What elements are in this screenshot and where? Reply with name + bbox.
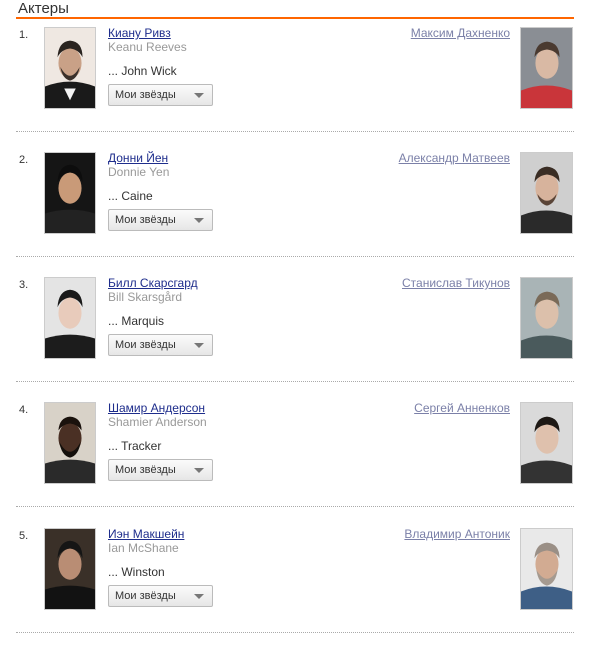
dub-actor-name-link[interactable]: Станислав Тикунов: [402, 277, 510, 290]
chevron-down-icon: [194, 594, 204, 599]
row-number: 5.: [19, 530, 29, 542]
actor-name-link[interactable]: Шамир Андерсон: [108, 402, 205, 415]
row-number: 1.: [19, 29, 29, 41]
chevron-down-icon: [194, 93, 204, 98]
actor-row: 1. Киану Ривз Keanu Reeves ... John Wick…: [16, 27, 574, 152]
my-stars-dropdown-label: Мои звёзды: [115, 464, 176, 476]
row-divider: [16, 506, 574, 507]
dub-actor-name-link[interactable]: Сергей Анненков: [414, 402, 510, 415]
actor-row: 3. Билл Скарсгард Bill Skarsgård ... Mar…: [16, 277, 574, 402]
actor-row: 2. Донни Йен Donnie Yen ... Caine Мои зв…: [16, 152, 574, 277]
my-stars-dropdown-label: Мои звёзды: [115, 89, 176, 101]
chevron-down-icon: [194, 218, 204, 223]
row-divider: [16, 381, 574, 382]
row-divider: [16, 256, 574, 257]
my-stars-dropdown[interactable]: Мои звёзды: [108, 334, 213, 356]
actor-role: ... Tracker: [108, 439, 162, 453]
actor-row: 5. Иэн Макшейн Ian McShane ... Winston М…: [16, 528, 574, 653]
actor-original-name: Bill Skarsgård: [108, 290, 183, 304]
dub-actor-photo[interactable]: [520, 528, 573, 610]
actor-photo[interactable]: [44, 27, 96, 109]
actor-photo[interactable]: [44, 528, 96, 610]
actor-original-name: Ian McShane: [108, 541, 179, 555]
actor-role: ... Marquis: [108, 314, 165, 328]
my-stars-dropdown-label: Мои звёзды: [115, 590, 176, 602]
row-number: 4.: [19, 404, 29, 416]
dub-actor-photo[interactable]: [520, 402, 573, 484]
dub-actor-name-link[interactable]: Максим Дахненко: [411, 27, 510, 40]
my-stars-dropdown-label: Мои звёзды: [115, 214, 176, 226]
dub-actor-name-link[interactable]: Владимир Антоник: [404, 528, 510, 541]
my-stars-dropdown[interactable]: Мои звёзды: [108, 84, 213, 106]
actor-photo[interactable]: [44, 402, 96, 484]
dub-actor-name-link[interactable]: Александр Матвеев: [399, 152, 510, 165]
actor-original-name: Donnie Yen: [108, 165, 170, 179]
actor-photo[interactable]: [44, 277, 96, 359]
section-title: Актеры: [18, 0, 69, 17]
row-divider: [16, 131, 574, 132]
actor-role: ... Caine: [108, 189, 153, 203]
dub-actor-photo[interactable]: [520, 27, 573, 109]
actor-role: ... John Wick: [108, 64, 177, 78]
dub-actor-photo[interactable]: [520, 152, 573, 234]
actor-name-link[interactable]: Билл Скарсгард: [108, 277, 198, 290]
my-stars-dropdown[interactable]: Мои звёзды: [108, 209, 213, 231]
my-stars-dropdown-label: Мои звёзды: [115, 339, 176, 351]
title-divider: [16, 17, 574, 19]
actor-name-link[interactable]: Киану Ривз: [108, 27, 171, 40]
actor-original-name: Keanu Reeves: [108, 40, 187, 54]
actor-name-link[interactable]: Иэн Макшейн: [108, 528, 184, 541]
actor-role: ... Winston: [108, 565, 165, 579]
my-stars-dropdown[interactable]: Мои звёзды: [108, 459, 213, 481]
row-number: 3.: [19, 279, 29, 291]
my-stars-dropdown[interactable]: Мои звёзды: [108, 585, 213, 607]
dub-actor-photo[interactable]: [520, 277, 573, 359]
actor-original-name: Shamier Anderson: [108, 415, 207, 429]
actor-row: 4. Шамир Андерсон Shamier Anderson ... T…: [16, 402, 574, 527]
row-number: 2.: [19, 154, 29, 166]
actor-name-link[interactable]: Донни Йен: [108, 152, 168, 165]
actor-photo[interactable]: [44, 152, 96, 234]
chevron-down-icon: [194, 468, 204, 473]
chevron-down-icon: [194, 343, 204, 348]
